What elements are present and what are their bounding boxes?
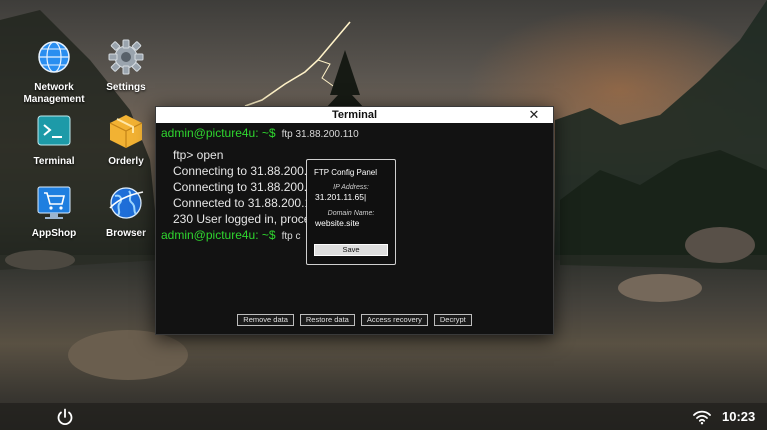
- clock: 10:23: [722, 409, 756, 424]
- desktop-icon-browser[interactable]: Browser: [94, 184, 158, 240]
- terminal-line: admin@picture4u: ~$ ftp 31.88.200.110: [161, 125, 548, 143]
- ip-address-label: IP Address:: [333, 184, 369, 191]
- desktop-icon-settings[interactable]: Settings: [94, 38, 158, 94]
- terminal-icon: [37, 115, 71, 146]
- desktop-icon-terminal[interactable]: Terminal: [22, 112, 86, 168]
- power-icon[interactable]: [56, 408, 74, 426]
- terminal-action-bar: Remove data Restore data Access recovery…: [156, 314, 553, 326]
- desktop-icon-label: Orderly: [108, 156, 144, 167]
- terminal-prompt: admin@picture4u: ~$: [161, 126, 276, 140]
- save-button[interactable]: Save: [314, 244, 388, 256]
- terminal-titlebar[interactable]: Terminal ✕: [156, 107, 553, 123]
- terminal-prompt: admin@picture4u: ~$: [161, 228, 276, 242]
- network-globe-icon: [38, 41, 70, 73]
- desktop-icon-orderly[interactable]: Orderly: [94, 112, 158, 168]
- remove-data-button[interactable]: Remove data: [237, 314, 294, 326]
- domain-name-label: Domain Name:: [327, 210, 375, 217]
- desktop-icon-label: Browser: [105, 228, 146, 239]
- desktop-icon-label: Terminal: [33, 156, 75, 167]
- taskbar: 10:23: [0, 403, 767, 430]
- terminal-title: Terminal: [331, 109, 378, 121]
- package-box-icon: [109, 115, 143, 148]
- desktop-icon-label: Network Management: [23, 82, 85, 105]
- decrypt-button[interactable]: Decrypt: [433, 314, 472, 326]
- ftp-panel-title: FTP Config Panel: [314, 168, 377, 177]
- shopping-cart-icon: [37, 186, 71, 219]
- access-recovery-button[interactable]: Access recovery: [360, 314, 428, 326]
- wifi-icon[interactable]: [693, 409, 711, 425]
- desktop-icon-appshop[interactable]: AppShop: [22, 184, 86, 240]
- terminal-command: ftp 31.88.200.110: [281, 129, 359, 140]
- ftp-config-panel[interactable]: FTP Config Panel IP Address: 31.201.11.6…: [306, 159, 396, 265]
- gear-icon: [108, 39, 144, 75]
- close-icon[interactable]: ✕: [527, 107, 541, 123]
- ip-address-field[interactable]: 31.201.11.65: [307, 192, 395, 202]
- domain-name-field[interactable]: website.site: [307, 218, 395, 228]
- desktop-icon-network-management[interactable]: Network Management: [22, 38, 86, 106]
- desktop-icon-label: Settings: [106, 82, 146, 93]
- restore-data-button[interactable]: Restore data: [299, 314, 355, 326]
- desktop-icon-label: AppShop: [31, 228, 77, 239]
- globe-browser-icon: [109, 187, 144, 219]
- terminal-command: ftp c: [281, 231, 301, 242]
